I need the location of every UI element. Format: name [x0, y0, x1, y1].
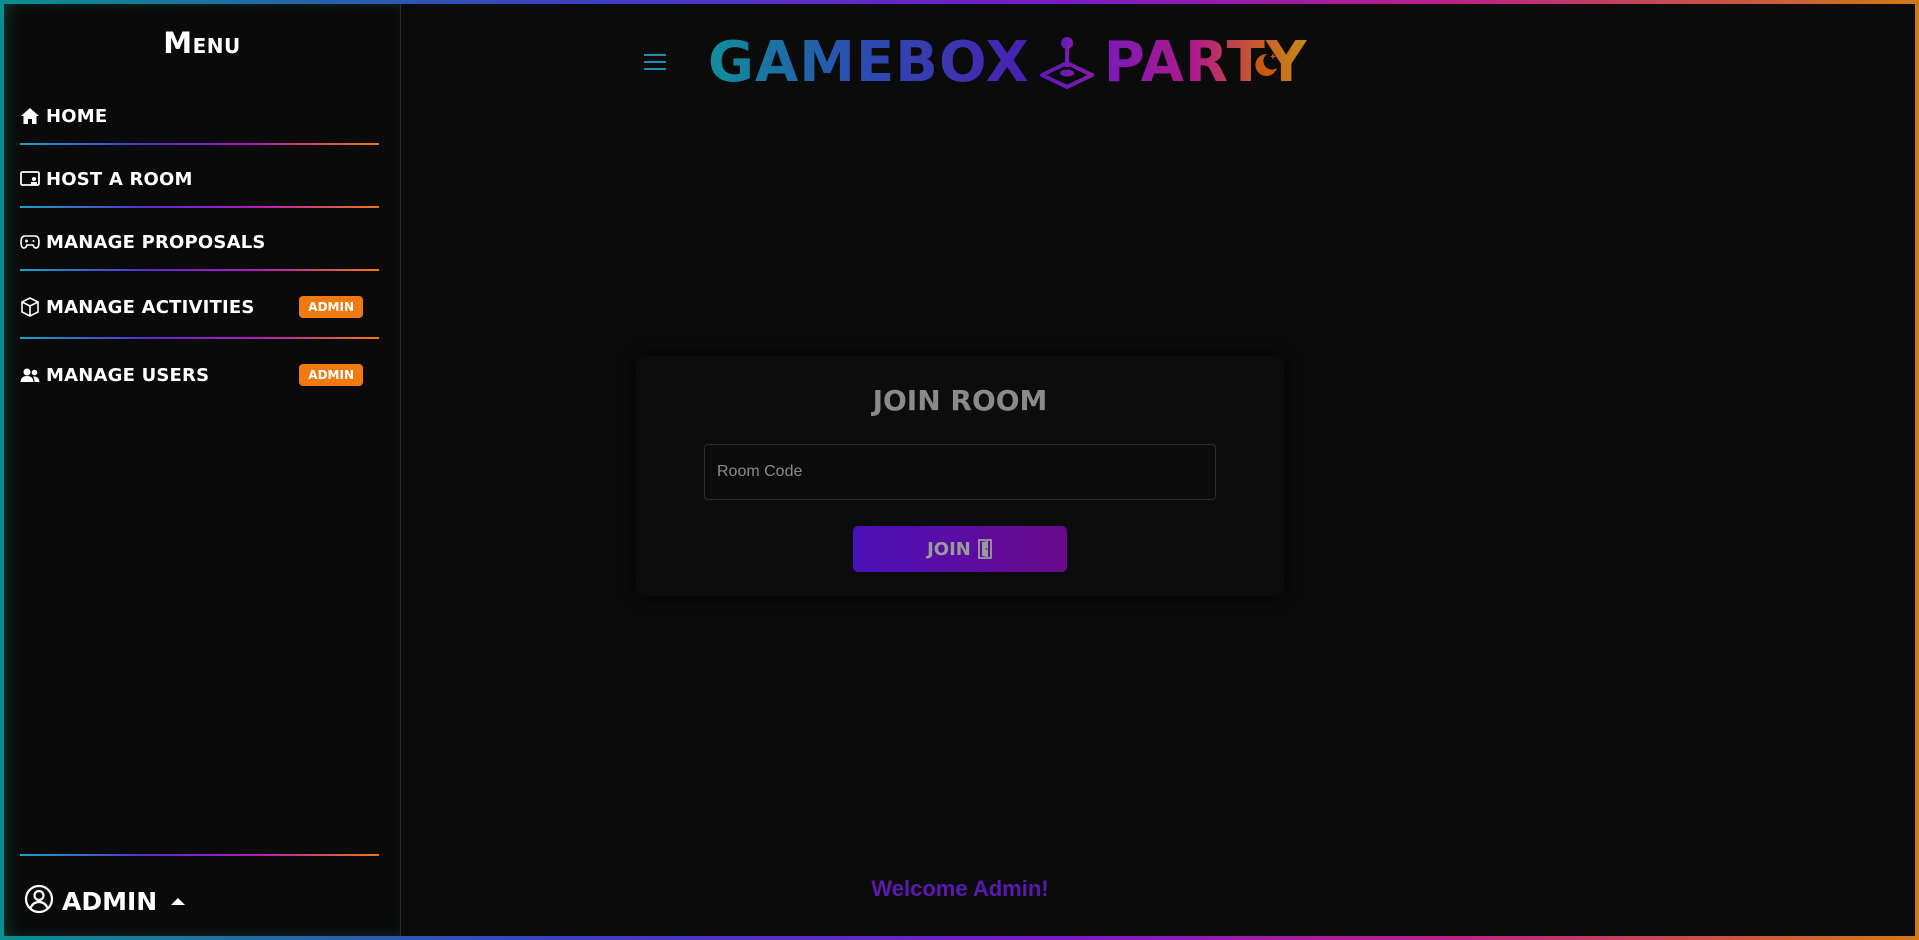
door-icon [977, 539, 993, 559]
join-button-label: JOIN [927, 538, 971, 560]
welcome-message: Welcome Admin! [871, 876, 1049, 901]
sidebar-item-label: MANAGE PROPOSALS [46, 231, 266, 253]
caret-up-icon [171, 898, 186, 905]
home-icon [20, 105, 42, 127]
user-name: ADMIN [62, 887, 158, 916]
sidebar-item-home[interactable]: HOME [20, 96, 379, 136]
app-logo: GAMEBOX PARTY [708, 29, 1307, 95]
moon-icon[interactable] [1252, 50, 1280, 78]
admin-badge: ADMIN [299, 364, 363, 386]
sidebar-item-manage-users[interactable]: MANAGE USERS ADMIN [20, 355, 379, 395]
host-room-icon [20, 168, 42, 190]
sidebar-divider [20, 337, 379, 339]
sidebar-item-label: HOME [46, 105, 108, 127]
sidebar-divider [20, 854, 379, 856]
user-circle-icon [24, 884, 54, 919]
gamepad-icon [20, 231, 42, 253]
box-icon [20, 296, 42, 318]
user-menu[interactable]: ADMIN [24, 884, 186, 919]
sidebar-item-manage-proposals[interactable]: MANAGE PROPOSALS [20, 222, 379, 262]
room-code-input[interactable] [704, 444, 1216, 500]
sidebar-divider [20, 206, 379, 208]
sidebar-divider [20, 269, 379, 271]
admin-badge: ADMIN [299, 296, 363, 318]
sidebar-item-label: MANAGE USERS [46, 364, 210, 386]
hamburger-icon[interactable] [644, 54, 666, 72]
sidebar-divider [20, 143, 379, 145]
sidebar-item-manage-activities[interactable]: MANAGE ACTIVITIES ADMIN [20, 287, 379, 327]
users-icon [20, 364, 42, 386]
join-room-title: JOIN ROOM [872, 384, 1048, 417]
sidebar-item-host-room[interactable]: HOST A ROOM [20, 159, 379, 199]
joystick-icon [1038, 33, 1096, 91]
sidebar-item-label: HOST A ROOM [46, 168, 193, 190]
logo-text-gamebox: GAMEBOX [708, 29, 1030, 95]
join-room-card: JOIN ROOM JOIN [636, 356, 1284, 596]
sidebar-item-label: MANAGE ACTIVITIES [46, 296, 255, 318]
join-button[interactable]: JOIN [853, 526, 1067, 572]
menu-title: Menu [163, 26, 241, 60]
sidebar: Menu HOME HOST A ROOM MANAGE PROPOSALS M… [4, 4, 401, 936]
